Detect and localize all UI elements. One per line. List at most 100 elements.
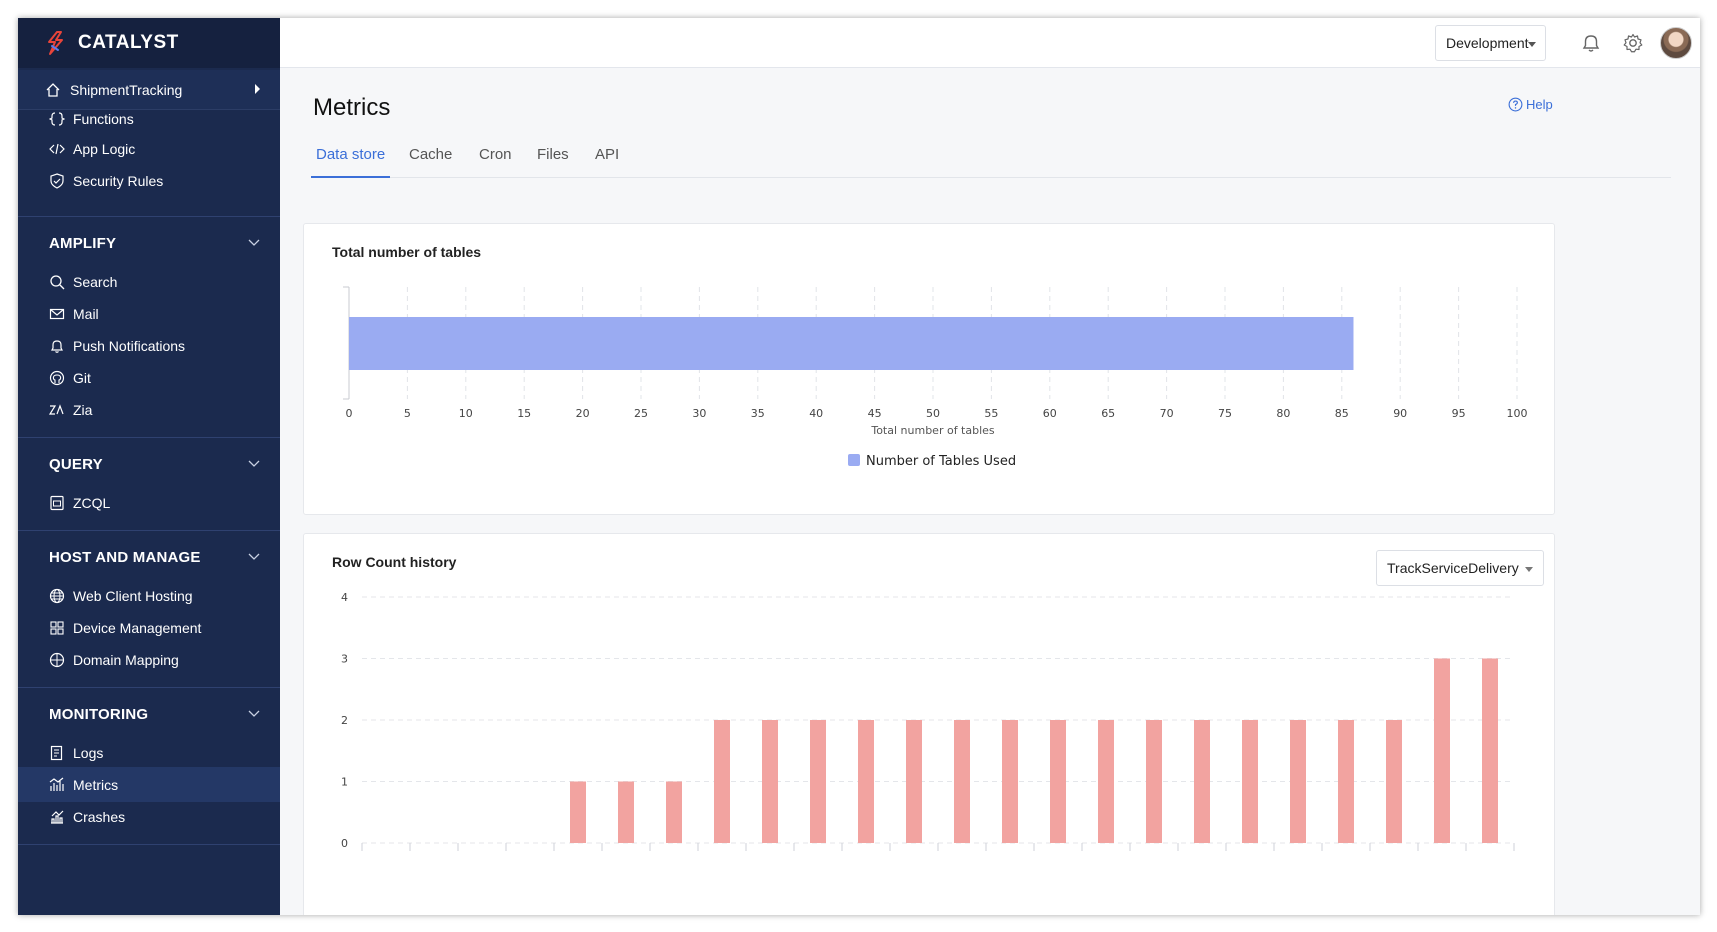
bar — [906, 720, 922, 843]
tab-cache[interactable]: Cache — [409, 146, 452, 178]
tab-api[interactable]: API — [595, 146, 619, 178]
brand[interactable]: CATALYST — [18, 18, 280, 68]
sidebar-item-git[interactable]: Git — [18, 360, 280, 395]
sidebar-item-app-logic[interactable]: App Logic — [18, 131, 280, 166]
caret-down-icon — [1528, 42, 1536, 47]
y-tick-label: 4 — [341, 591, 348, 604]
top-bar: Development — [280, 18, 1700, 68]
section-host-and-manage[interactable]: HOST AND MANAGE — [18, 537, 280, 577]
bar — [1194, 720, 1210, 843]
project-switcher[interactable]: ShipmentTracking — [18, 70, 280, 110]
bar — [954, 720, 970, 843]
help-link[interactable]: Help — [1508, 97, 1553, 112]
sidebar-item-device-management[interactable]: Device Management — [18, 610, 280, 645]
chevron-down-icon — [248, 239, 260, 246]
sidebar-divider — [18, 844, 280, 845]
x-tick-label: 15 — [517, 407, 531, 420]
x-axis-label: Total number of tables — [870, 424, 995, 437]
y-tick-label: 1 — [341, 776, 348, 789]
code-icon — [49, 141, 65, 157]
braces-icon — [49, 111, 65, 127]
sidebar-item-push-notifications[interactable]: Push Notifications — [18, 328, 280, 363]
section-title: HOST AND MANAGE — [49, 548, 201, 566]
y-tick-label: 0 — [341, 837, 348, 850]
total-tables-chart: 0 5 10 15 20 25 30 35 40 45 50 55 60 65 70 75 80 85 90 95 10… — [343, 286, 1528, 469]
x-tick-label: 55 — [984, 407, 998, 420]
environment-select[interactable]: Development — [1435, 25, 1546, 61]
logs-icon — [49, 745, 65, 761]
sidebar-item-metrics[interactable]: Metrics — [18, 767, 280, 802]
x-tick-label: 25 — [634, 407, 648, 420]
search-icon — [49, 274, 65, 290]
tab-data-store[interactable]: Data store — [311, 146, 391, 178]
bar — [858, 720, 874, 843]
bar — [1146, 720, 1162, 843]
sidebar-item-domain-mapping[interactable]: Domain Mapping — [18, 642, 280, 677]
row-count-card: Row Count history TrackServiceDelivery 0… — [303, 533, 1555, 915]
chevron-down-icon — [248, 553, 260, 560]
sidebar-divider — [18, 530, 280, 531]
sidebar-item-web-client-hosting[interactable]: Web Client Hosting — [18, 578, 280, 613]
sidebar-item-mail[interactable]: Mail — [18, 296, 280, 331]
sidebar-item-search[interactable]: Search — [18, 264, 280, 299]
total-tables-card: Total number of tables 0 5 10 15 20 25 30 35 40 4… — [303, 223, 1555, 515]
bell-icon[interactable] — [1580, 32, 1602, 54]
x-tick-label: 100 — [1507, 407, 1528, 420]
bar — [1290, 720, 1306, 843]
zia-icon — [49, 402, 65, 418]
main-content: Metrics Help Data store Cache Cron Files… — [280, 68, 1700, 915]
bar — [714, 720, 730, 843]
app-window: CATALYST ShipmentTracking Functions App … — [18, 18, 1700, 915]
x-tick-label: 75 — [1218, 407, 1232, 420]
sidebar-item-label: Device Management — [73, 619, 202, 636]
sidebar-item-security-rules[interactable]: Security Rules — [18, 163, 280, 198]
x-tick-label: 50 — [926, 407, 940, 420]
sidebar-item-zcql[interactable]: ZCQL — [18, 485, 280, 520]
globe-icon — [49, 588, 65, 604]
x-tick-label: 60 — [1043, 407, 1057, 420]
environment-value: Development — [1446, 35, 1529, 51]
bar — [1434, 658, 1450, 843]
chevron-down-icon — [248, 460, 260, 467]
x-tick-label: 90 — [1393, 407, 1407, 420]
sidebar-divider — [18, 216, 280, 217]
sidebar-divider — [18, 437, 280, 438]
bar — [810, 720, 826, 843]
shield-icon — [49, 172, 65, 189]
row-count-chart: 0 1 2 3 4 — [341, 591, 1515, 851]
section-query[interactable]: QUERY — [18, 444, 280, 484]
domain-icon — [49, 652, 65, 668]
grid-icon — [49, 620, 65, 636]
sidebar-item-zia[interactable]: Zia — [18, 392, 280, 427]
sidebar-item-label: App Logic — [73, 140, 136, 157]
section-monitoring[interactable]: MONITORING — [18, 694, 280, 734]
git-icon — [49, 370, 65, 386]
sidebar-item-label: Crashes — [73, 808, 126, 825]
sidebar-item-label: Security Rules — [73, 172, 164, 189]
sidebar-item-functions[interactable]: Functions — [18, 110, 280, 130]
bar — [1002, 720, 1018, 843]
sidebar-item-label: Git — [73, 369, 91, 386]
brand-name: CATALYST — [78, 32, 179, 53]
metrics-icon — [49, 777, 65, 793]
mail-icon — [49, 306, 65, 322]
tab-cron[interactable]: Cron — [479, 146, 512, 178]
gear-icon[interactable] — [1622, 32, 1644, 54]
bar — [349, 317, 1354, 370]
sidebar-item-logs[interactable]: Logs — [18, 735, 280, 770]
sidebar-item-label: Web Client Hosting — [73, 587, 193, 604]
help-icon — [1508, 97, 1523, 112]
sidebar-item-label: Logs — [73, 744, 104, 761]
x-tick-label: 10 — [459, 407, 473, 420]
avatar[interactable] — [1660, 27, 1692, 59]
sidebar-item-crashes[interactable]: Crashes — [18, 799, 280, 834]
section-amplify[interactable]: AMPLIFY — [18, 223, 280, 263]
bar — [762, 720, 778, 843]
sidebar-item-label: Push Notifications — [73, 337, 186, 354]
crashes-icon — [49, 809, 65, 825]
x-tick-label: 35 — [751, 407, 765, 420]
bar — [618, 781, 634, 843]
x-tick-label: 30 — [692, 407, 706, 420]
chevron-right-icon — [255, 84, 260, 94]
tab-files[interactable]: Files — [537, 146, 569, 178]
